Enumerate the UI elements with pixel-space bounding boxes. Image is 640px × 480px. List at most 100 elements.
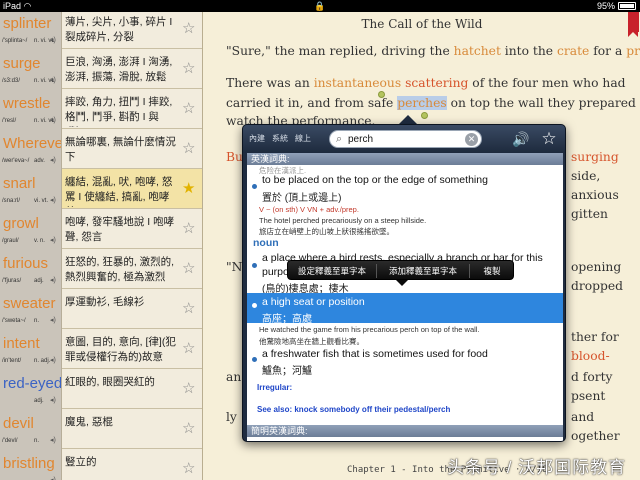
list-item[interactable]: bristling◂)豎立的 ☆	[0, 449, 202, 480]
speaker-icon[interactable]: ◂)	[50, 277, 59, 285]
star-icon[interactable]: ☆	[182, 101, 195, 116]
vocab-word[interactable]: intent	[3, 335, 61, 352]
speaker-icon[interactable]: ◂)	[50, 317, 59, 325]
speaker-icon[interactable]: ◂)	[50, 157, 59, 165]
highlighted-word[interactable]: pry	[626, 44, 640, 58]
highlighted-word[interactable]: crate	[557, 44, 589, 58]
word-cell[interactable]: red-eyed adj. ◂)	[0, 369, 62, 409]
clear-icon[interactable]: ✕	[465, 133, 478, 146]
dictionary-search-field[interactable]: ⌕ ✕	[329, 130, 482, 148]
star-icon[interactable]: ☆	[182, 221, 195, 236]
star-icon[interactable]: ☆	[182, 141, 195, 156]
speaker-icon[interactable]: ◂)	[50, 237, 59, 245]
word-cell[interactable]: devil /'devl/n. ◂)	[0, 409, 62, 449]
star-icon[interactable]: ☆	[182, 21, 195, 36]
list-item[interactable]: wrestle/'resl/n. vi. vt. ◂) 摔跤, 角力, 扭鬥 I 摔…	[0, 89, 202, 129]
highlighted-word[interactable]: instantaneous	[314, 76, 401, 90]
vocab-word[interactable]: devil	[3, 415, 61, 432]
definition-en[interactable]: to be placed on the top or the edge of s…	[262, 174, 488, 186]
definition-en[interactable]: a high seat or position	[262, 296, 365, 308]
star-icon[interactable]: ☆	[182, 341, 195, 356]
highlighted-word[interactable]: scattering	[405, 76, 468, 90]
definition-en[interactable]: a freshwater fish that is sometimes used…	[262, 348, 488, 360]
word-cell[interactable]: sweater /'sweta~/ n. ◂)	[0, 289, 62, 329]
vocab-word[interactable]: growl	[3, 215, 61, 232]
vocab-word[interactable]: Wherever	[3, 135, 61, 152]
part-of-speech-label: noun	[253, 237, 279, 249]
menu-add-definition[interactable]: 添加釋義至單字本	[377, 261, 469, 281]
vocab-word[interactable]: red-eyed	[3, 375, 61, 392]
menu-set-definition[interactable]: 設定釋義至單字本	[288, 261, 376, 281]
speaker-icon[interactable]: ◂)	[50, 117, 59, 125]
speaker-icon[interactable]: ◂)	[50, 77, 59, 85]
selection-handle-start[interactable]	[378, 91, 385, 98]
dictionary-content[interactable]: 英漢詞典: 危险在漢派上. to be placed on the top or…	[247, 153, 563, 441]
word-cell[interactable]: Wherever/wer'eva~/ adv. ◂)	[0, 129, 62, 169]
word-cell[interactable]: surge/s3:d3/n. vi. vt. ◂)	[0, 49, 62, 89]
vocab-word[interactable]: snarl	[3, 175, 61, 192]
vocab-word[interactable]: splinter	[3, 15, 61, 32]
speaker-icon[interactable]: ◂)	[50, 397, 59, 405]
word-cell[interactable]: bristling◂)	[0, 449, 62, 480]
phonetic: /graul/	[2, 238, 19, 244]
word-cell[interactable]: growl/graul/v. n. ◂)	[0, 209, 62, 249]
star-icon[interactable]: ☆	[182, 461, 195, 476]
book-fragment: opening	[571, 260, 622, 274]
list-item[interactable]: surge/s3:d3/n. vi. vt. ◂) 巨浪, 洶湧, 澎湃 I 洶湧,…	[0, 49, 202, 89]
vocabulary-list[interactable]: splinter/'splinta~/n. vi. vt. ◂) 薄片, 尖片, 小…	[0, 12, 203, 480]
speaker-icon[interactable]: ◂)	[50, 357, 59, 365]
status-bar: iPad ◠ 🔒 95%	[0, 0, 640, 12]
selected-word[interactable]: perches	[397, 96, 447, 110]
vocab-word[interactable]: bristling	[3, 455, 61, 472]
tab-system[interactable]: 系統	[272, 133, 288, 144]
definition-zh[interactable]: 高座；高處	[262, 310, 312, 325]
star-icon[interactable]: ☆	[182, 381, 195, 396]
part-of-speech: adj.	[34, 398, 44, 404]
favorite-star-icon[interactable]: ☆	[539, 129, 559, 149]
phonetic: /'resl/	[2, 118, 17, 124]
menu-copy[interactable]: 複製	[470, 261, 514, 281]
star-icon[interactable]: ☆	[182, 421, 195, 436]
word-cell[interactable]: furious /'fjuras/adj. ◂)	[0, 249, 62, 289]
vocab-word[interactable]: wrestle	[3, 95, 61, 112]
list-item[interactable]: red-eyed adj. ◂) 紅眼的, 眼圈哭紅的 ☆	[0, 369, 202, 409]
bullet-icon	[252, 303, 257, 308]
vocab-word[interactable]: furious	[3, 255, 61, 272]
vocab-word[interactable]: sweater	[3, 295, 61, 312]
part-of-speech: adj.	[34, 278, 44, 284]
list-item[interactable]: splinter/'splinta~/n. vi. vt. ◂) 薄片, 尖片, 小…	[0, 12, 202, 49]
speaker-icon[interactable]: 🔊	[511, 130, 531, 148]
list-item[interactable]: Wherever/wer'eva~/ adv. ◂) 無論哪裏, 無論什麼情況下 ☆	[0, 129, 202, 169]
book-fragment: d forty	[571, 370, 613, 384]
list-item[interactable]: sweater /'sweta~/ n. ◂) 厚運動衫, 毛線衫 ☆	[0, 289, 202, 329]
selection-handle-end[interactable]	[421, 112, 428, 119]
star-icon[interactable]: ☆	[182, 261, 195, 276]
star-icon[interactable]: ☆	[182, 301, 195, 316]
star-icon[interactable]: ☆	[182, 61, 195, 76]
see-also-link[interactable]: See also: knock somebody off their pedes…	[257, 405, 450, 414]
definition-zh[interactable]: 置於 (頂上或邊上)	[262, 189, 341, 204]
list-item[interactable]: snarl/sna:rl/vi. vt. ◂) 纏結, 混亂, 吠, 咆哮, 怒罵 …	[0, 169, 202, 209]
speaker-icon[interactable]: ◂)	[50, 197, 59, 205]
list-item[interactable]: growl/graul/v. n. ◂) 咆哮, 發牢騷地說 I 咆哮聲, 怨言 ☆	[0, 209, 202, 249]
list-item[interactable]: intent/in'tent/n. adj. ◂) 意圖, 目的, 意向, [律](…	[0, 329, 202, 369]
tab-builtin[interactable]: 內建	[249, 133, 265, 144]
highlighted-word[interactable]: hatchet	[454, 44, 501, 58]
word-cell[interactable]: splinter/'splinta~/n. vi. vt. ◂)	[0, 12, 62, 49]
word-definition: 巨浪, 洶湧, 澎湃 I 洶湧, 澎湃, 振蕩, 滑脫, 放鬆 I...	[65, 56, 173, 87]
list-item[interactable]: furious /'fjuras/adj. ◂) 狂怒的, 狂暴的, 激烈的, 熱烈興…	[0, 249, 202, 289]
context-menu: 設定釋義至單字本 添加釋義至單字本 複製	[287, 260, 514, 280]
star-icon[interactable]: ★	[182, 181, 195, 196]
word-cell[interactable]: wrestle/'resl/n. vi. vt. ◂)	[0, 89, 62, 129]
dictionary-search-input[interactable]	[348, 133, 460, 146]
book-fragment: ly	[226, 410, 237, 424]
tab-online[interactable]: 線上	[295, 133, 311, 144]
part-of-speech: n.	[34, 318, 40, 324]
list-item[interactable]: devil /'devl/n. ◂) 魔鬼, 惡棍 ☆	[0, 409, 202, 449]
word-cell[interactable]: intent/in'tent/n. adj. ◂)	[0, 329, 62, 369]
vocab-word[interactable]: surge	[3, 55, 61, 72]
word-cell[interactable]: snarl/sna:rl/vi. vt. ◂)	[0, 169, 62, 209]
definition-zh[interactable]: 鱸魚；河鱸	[262, 362, 312, 377]
speaker-icon[interactable]: ◂)	[50, 437, 59, 445]
speaker-icon[interactable]: ◂)	[50, 37, 59, 45]
